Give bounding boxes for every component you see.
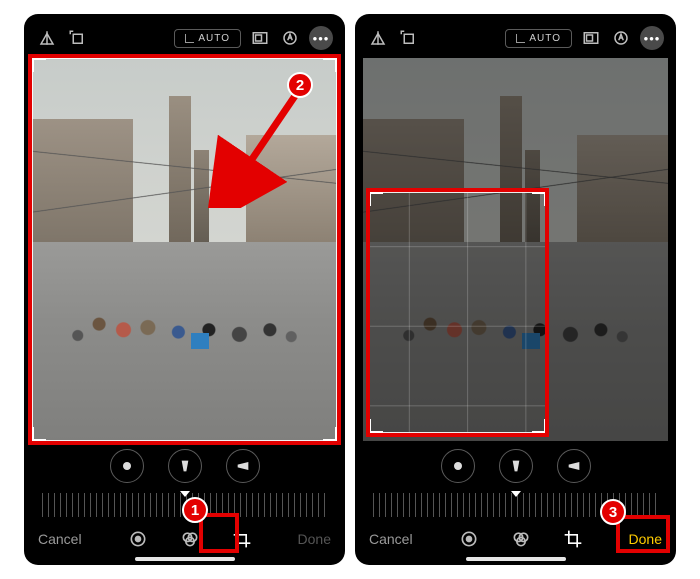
- crop-handle-br[interactable]: [323, 427, 337, 441]
- more-options-icon[interactable]: •••: [309, 26, 333, 50]
- flip-vertical-icon[interactable]: [36, 27, 58, 49]
- auto-enhance-button[interactable]: AUTO: [505, 29, 572, 48]
- editor-topbar: AUTO •••: [355, 14, 676, 58]
- rotate-icon[interactable]: [66, 27, 88, 49]
- transform-controls: [355, 441, 676, 491]
- markup-icon[interactable]: [610, 27, 632, 49]
- cancel-button[interactable]: Cancel: [369, 531, 413, 547]
- flip-vertical-icon[interactable]: [367, 27, 389, 49]
- aspect-ratio-icon[interactable]: [580, 27, 602, 49]
- editor-topbar: AUTO •••: [24, 14, 345, 58]
- straighten-button[interactable]: [441, 449, 475, 483]
- annotation-badge-3: 3: [600, 499, 626, 525]
- horizontal-perspective-button[interactable]: [226, 449, 260, 483]
- horizontal-perspective-button[interactable]: [557, 449, 591, 483]
- auto-label: AUTO: [198, 33, 230, 44]
- crop-frame[interactable]: [369, 192, 546, 433]
- cancel-button[interactable]: Cancel: [38, 531, 82, 547]
- done-button[interactable]: Done: [629, 531, 662, 547]
- more-options-icon[interactable]: •••: [640, 26, 664, 50]
- phone-screen-left: AUTO ••• 2: [24, 14, 345, 565]
- ruler-pointer-icon: [511, 491, 521, 497]
- crop-frame[interactable]: [32, 58, 337, 441]
- adjust-mode-button[interactable]: [122, 523, 154, 555]
- ruler-pointer-icon: [180, 491, 190, 497]
- annotation-badge-1: 1: [182, 497, 208, 523]
- adjust-mode-button[interactable]: [453, 523, 485, 555]
- vertical-perspective-button[interactable]: [499, 449, 533, 483]
- vertical-perspective-button[interactable]: [168, 449, 202, 483]
- crop-handle-tl[interactable]: [32, 58, 46, 72]
- markup-icon[interactable]: [279, 27, 301, 49]
- home-indicator: [466, 557, 566, 561]
- photo-canvas[interactable]: 2: [32, 58, 337, 441]
- done-button[interactable]: Done: [298, 531, 331, 547]
- phone-screen-right: AUTO •••: [355, 14, 676, 565]
- crop-handle-tr[interactable]: [323, 58, 337, 72]
- auto-label: AUTO: [529, 33, 561, 44]
- crop-mode-button[interactable]: [226, 523, 258, 555]
- crop-handle-bl[interactable]: [32, 427, 46, 441]
- straighten-button[interactable]: [110, 449, 144, 483]
- rotate-icon[interactable]: [397, 27, 419, 49]
- annotation-badge-2: 2: [287, 72, 313, 98]
- crop-mode-button[interactable]: [557, 523, 589, 555]
- transform-controls: [24, 441, 345, 491]
- aspect-ratio-icon[interactable]: [249, 27, 271, 49]
- home-indicator: [135, 557, 235, 561]
- auto-enhance-button[interactable]: AUTO: [174, 29, 241, 48]
- filters-mode-button[interactable]: [505, 523, 537, 555]
- filters-mode-button[interactable]: [174, 523, 206, 555]
- photo-canvas[interactable]: [363, 58, 668, 441]
